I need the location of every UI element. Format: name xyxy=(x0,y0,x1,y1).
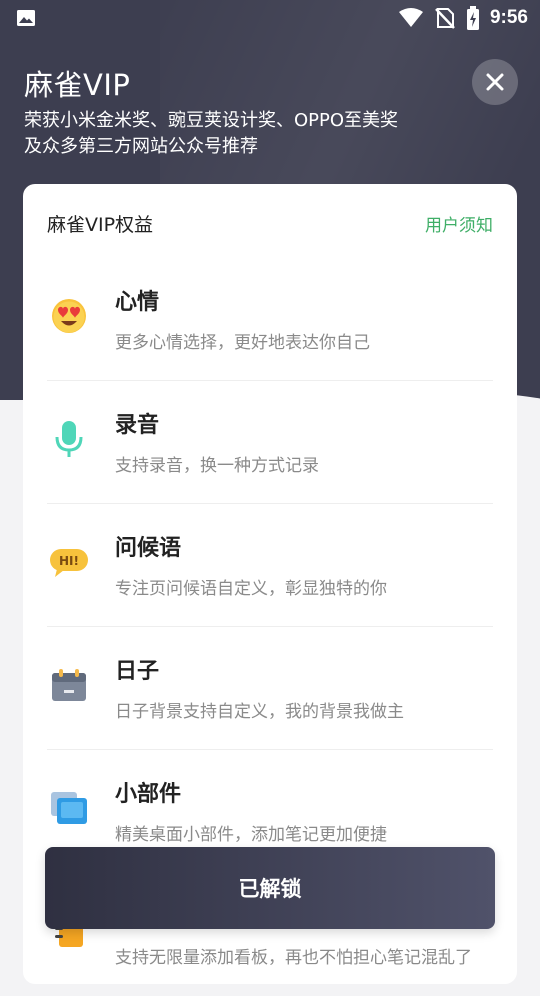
benefit-title: 心情 xyxy=(115,290,160,315)
unlocked-button[interactable]: 已解锁 xyxy=(45,847,495,929)
user-notice-link[interactable]: 用户须知 xyxy=(425,211,493,236)
calendar-icon xyxy=(52,669,86,701)
benefit-item-mood[interactable]: 心情 更多心情选择，更好地表达你自己 xyxy=(47,258,493,381)
close-icon xyxy=(486,73,504,91)
benefit-item-greeting[interactable]: HI! 问候语 专注页问候语自定义，彰显独特的你 xyxy=(47,504,493,627)
benefit-item-days[interactable]: 日子 日子背景支持自定义，我的背景我做主 xyxy=(47,627,493,750)
image-icon xyxy=(17,10,35,26)
status-bar: 9:56 xyxy=(0,0,540,36)
subtitle-line-2: 及众多第三方网站公众号推荐 xyxy=(24,136,258,157)
wifi-icon xyxy=(398,8,423,27)
page-subtitle: 荣获小米金米奖、豌豆荚设计奖、OPPO至美奖 及众多第三方网站公众号推荐 xyxy=(24,108,444,160)
benefit-desc: 更多心情选择，更好地表达你自己 xyxy=(115,333,370,353)
benefit-desc: 专注页问候语自定义，彰显独特的你 xyxy=(115,579,387,599)
benefit-desc: 日子背景支持自定义，我的背景我做主 xyxy=(115,702,404,722)
benefit-title: 日子 xyxy=(115,659,160,684)
page-title: 麻雀VIP xyxy=(24,68,131,102)
card-header: 麻雀VIP权益 用户须知 xyxy=(47,210,493,237)
benefit-title: 问候语 xyxy=(115,536,182,561)
subtitle-line-1: 荣获小米金米奖、豌豆荚设计奖、OPPO至美奖 xyxy=(24,110,399,131)
heart-eyes-emoji-icon xyxy=(52,299,86,333)
card-title: 麻雀VIP权益 xyxy=(47,214,154,236)
svg-text:HI!: HI! xyxy=(59,554,79,568)
benefit-desc: 支持录音，换一种方式记录 xyxy=(115,456,319,476)
benefit-item-recording[interactable]: 录音 支持录音，换一种方式记录 xyxy=(47,381,493,504)
no-sim-icon xyxy=(435,8,455,29)
hi-bubble-icon: HI! xyxy=(50,549,88,577)
widget-icon xyxy=(51,792,87,824)
status-time: 9:56 xyxy=(489,7,528,28)
close-button[interactable] xyxy=(472,59,518,105)
benefit-desc: 支持无限量添加看板，再也不怕担心笔记混乱了 xyxy=(115,948,472,968)
benefit-title: 录音 xyxy=(115,413,160,438)
microphone-icon xyxy=(55,421,83,457)
battery-icon xyxy=(466,6,479,30)
benefit-desc: 精美桌面小部件，添加笔记更加便捷 xyxy=(115,825,387,845)
benefit-title: 小部件 xyxy=(115,782,182,807)
